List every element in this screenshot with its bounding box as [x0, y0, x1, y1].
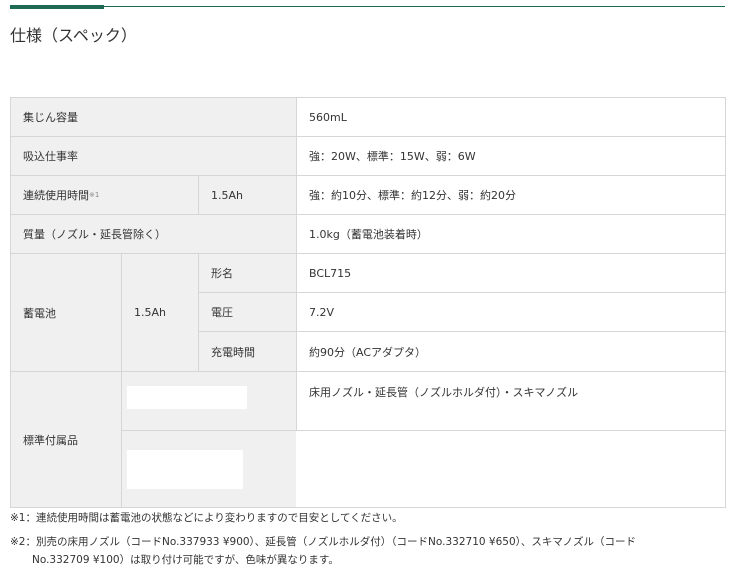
- label-capacity: 集じん容量: [10, 97, 297, 137]
- value-voltage: 7.2V: [296, 292, 726, 332]
- value-weight: 1.0kg（蓄電池装着時）: [296, 214, 726, 254]
- section-accent: [10, 5, 104, 9]
- accessory-image-1: [127, 386, 247, 409]
- footnote-2-line2: No.332709 ¥100）は取り付け可能ですが、色味が異なります。: [32, 554, 339, 566]
- value-accessories: 床用ノズル・延長管（ノズルホルダ付）・スキマノズル: [296, 371, 726, 431]
- accessory-image-2: [127, 450, 243, 489]
- label-battery: 蓄電池: [10, 253, 122, 372]
- label-power: 吸込仕事率: [10, 136, 297, 176]
- footnote-ref: ※1: [89, 191, 100, 199]
- battery-capacity: 1.5Ah: [121, 253, 199, 372]
- value-charge-time: 約90分（ACアダプタ）: [296, 331, 726, 372]
- runtime-label-text: 連続使用時間: [23, 189, 89, 202]
- footnote-1: ※1：連続使用時間は蓄電池の状態などにより変わりますので目安としてください。: [10, 512, 403, 524]
- label-runtime: 連続使用時間 ※1: [10, 175, 199, 215]
- value-power: 強：20W、標準：15W、弱：6W: [296, 136, 726, 176]
- section-divider: [10, 6, 725, 7]
- label-weight: 質量（ノズル・延長管除く）: [10, 214, 297, 254]
- value-accessories-2: [296, 430, 726, 508]
- footnote-2-line1: ※2：別売の床用ノズル（コードNo.337933 ¥900）、延長管（ノズルホル…: [10, 536, 637, 548]
- label-model: 形名: [198, 253, 297, 293]
- value-model: BCL715: [296, 253, 726, 293]
- value-capacity: 560mL: [296, 97, 726, 137]
- value-runtime: 強：約10分、標準：約12分、弱：約20分: [296, 175, 726, 215]
- footnote-2: ※2：別売の床用ノズル（コードNo.337933 ¥900）、延長管（ノズルホル…: [10, 533, 636, 569]
- runtime-battery: 1.5Ah: [198, 175, 297, 215]
- label-accessories: 標準付属品: [10, 371, 122, 508]
- label-charge-time: 充電時間: [198, 331, 297, 372]
- label-voltage: 電圧: [198, 292, 297, 332]
- page-title: 仕様（スペック）: [10, 26, 137, 45]
